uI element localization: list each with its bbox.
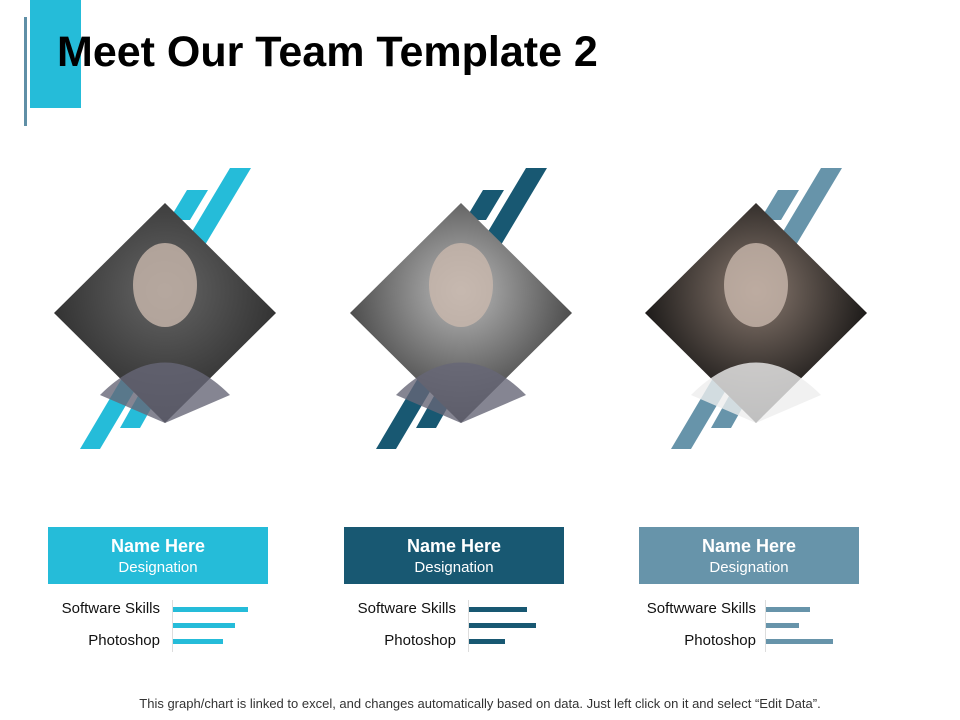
skill-label: Softwware Skills — [646, 600, 756, 617]
member-designation: Designation — [414, 559, 494, 576]
skill-bar — [766, 607, 810, 612]
footer-note: This graph/chart is linked to excel, and… — [139, 696, 821, 711]
skills-chart: Softwware Skills Photoshop — [591, 598, 891, 654]
photo-frame — [645, 168, 867, 449]
member-designation: Designation — [709, 559, 789, 576]
skill-bar — [766, 639, 833, 644]
skill-bar — [173, 639, 223, 644]
skill-label: Photoshop — [384, 632, 456, 649]
photo-frame — [54, 168, 276, 449]
team-member-3: Name Here Designation Softwware Skills P… — [591, 160, 891, 680]
photo-face — [724, 243, 788, 327]
skill-label: Photoshop — [88, 632, 160, 649]
member-designation: Designation — [118, 559, 198, 576]
skills-chart: Software Skills Photoshop — [0, 598, 300, 654]
photo-face — [429, 243, 493, 327]
name-card: Name Here Designation — [639, 527, 859, 584]
name-card: Name Here Designation — [344, 527, 564, 584]
team-member-1: Name Here Designation Software Skills Ph… — [0, 160, 300, 680]
skill-label: Software Skills — [61, 600, 160, 617]
name-card: Name Here Designation — [48, 527, 268, 584]
skill-bar — [469, 607, 527, 612]
skill-bar — [469, 623, 536, 628]
member-name: Name Here — [406, 536, 502, 556]
skill-label: Photoshop — [684, 632, 756, 649]
skill-bar — [469, 639, 505, 644]
decor-line — [24, 17, 27, 126]
photo-frame — [350, 168, 572, 449]
photo-face — [133, 243, 197, 327]
skill-label: Software Skills — [357, 600, 456, 617]
page-title: Meet Our Team Template 2 — [57, 28, 598, 76]
skill-bar — [173, 623, 235, 628]
member-name: Name Here — [701, 536, 797, 556]
skills-chart: Software Skills Photoshop — [296, 598, 596, 654]
skill-bar — [766, 623, 799, 628]
team-member-2: Name Here Designation Software Skills Ph… — [296, 160, 596, 680]
member-name: Name Here — [110, 536, 206, 556]
skill-bar — [173, 607, 248, 612]
